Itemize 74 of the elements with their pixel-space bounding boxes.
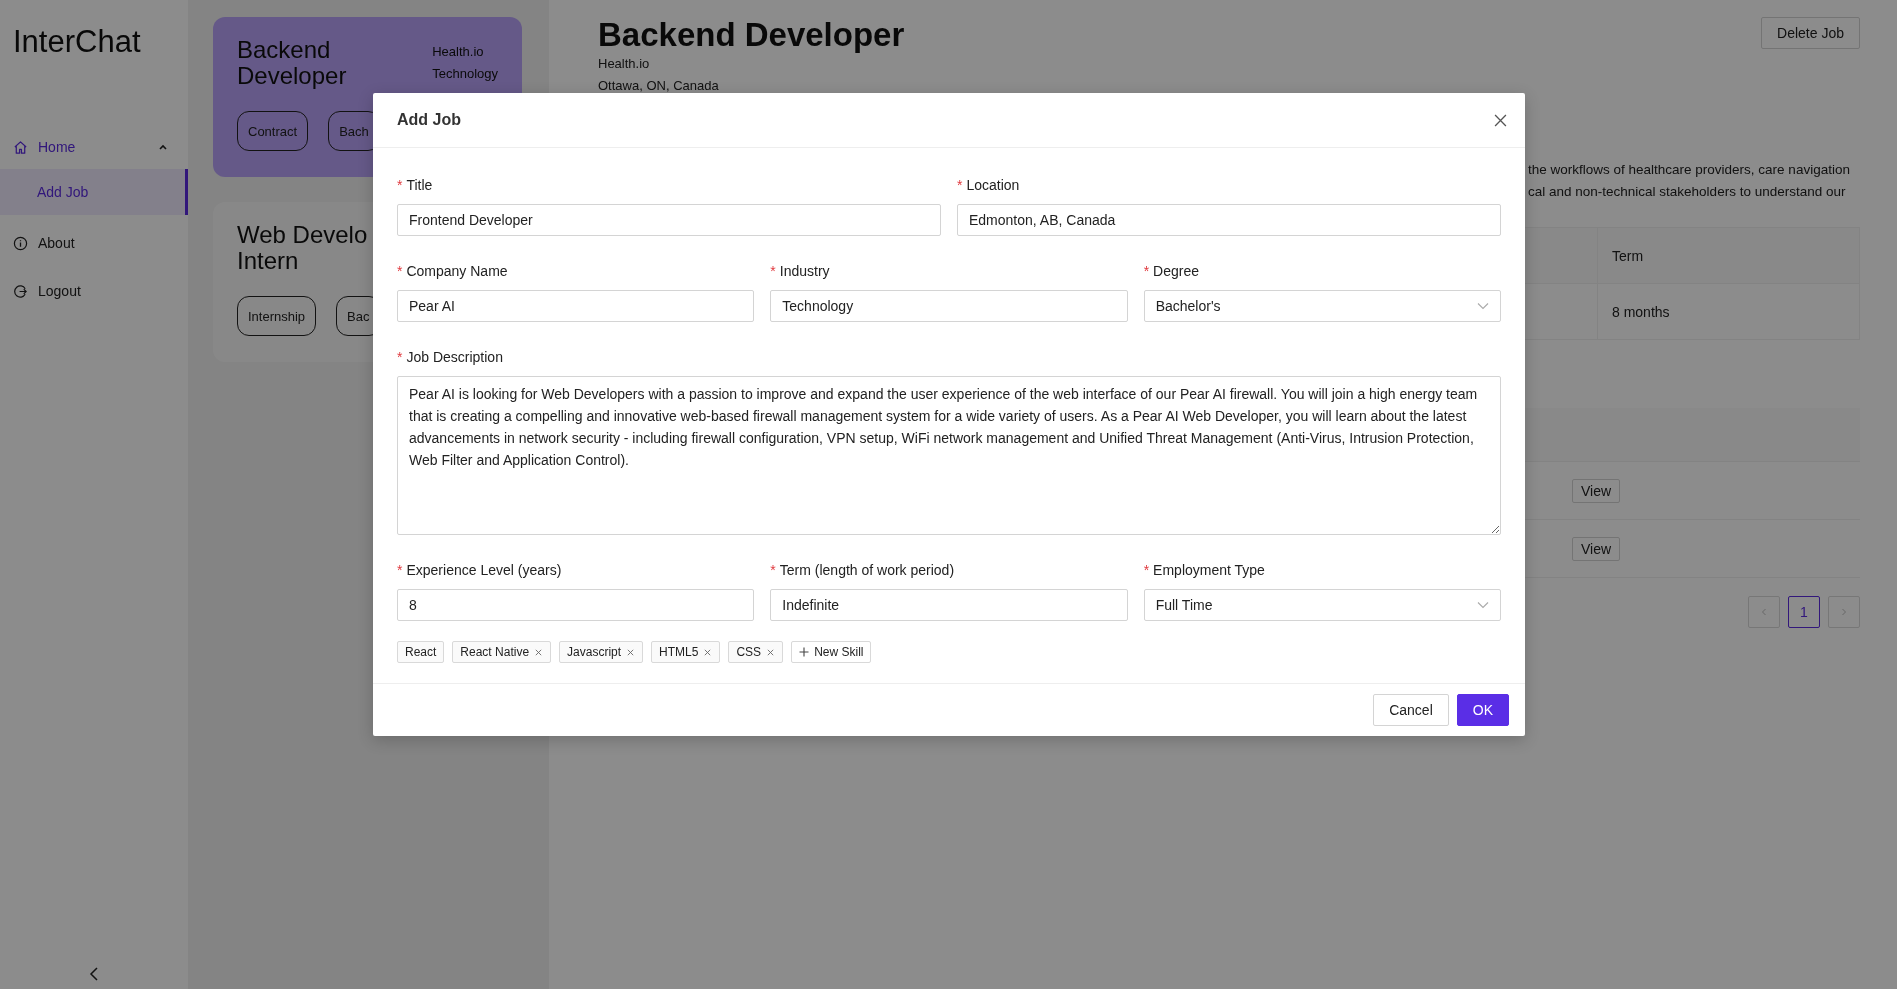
caret-icon	[158, 142, 168, 152]
column-header: Term	[1611, 246, 1645, 266]
close-icon[interactable]	[626, 647, 636, 657]
logout-icon	[13, 283, 28, 299]
table-cell-text: 8 months	[1611, 302, 1671, 322]
plus-icon	[799, 647, 810, 657]
close-icon[interactable]	[1494, 113, 1507, 127]
job-title: Web Develo	[237, 222, 368, 248]
input-field[interactable]: Edmonton, AB, Canada	[957, 204, 1501, 236]
home-icon	[13, 139, 28, 155]
job-heading: Backend Developer	[598, 17, 905, 53]
dialog-title: Add Job	[397, 111, 461, 129]
required-mark: *	[1143, 562, 1150, 578]
menu-item[interactable]: Logout	[0, 271, 188, 311]
close-icon[interactable]	[703, 647, 713, 657]
input-field[interactable]: Indefinite	[770, 589, 1128, 621]
app-logo: InterChat	[12, 23, 142, 61]
collapse-icon[interactable]	[89, 967, 99, 981]
field-label: Degree	[1153, 263, 1200, 279]
skill-label: New Skill	[814, 645, 864, 659]
job-title: Intern	[237, 248, 299, 274]
field-label: Company Name	[406, 263, 508, 279]
field-label: Job Description	[406, 349, 503, 365]
menu-item[interactable]: About	[0, 223, 188, 263]
description-field[interactable]: Pear AI is looking for Web Developers with a passion to improve and expand the user experience of the web interface of our Pear AI firewall. You will join a high energy team that is creating a compelling and innovative web-based firewall management system for a wide variety of users. As a Pear AI Web Developer, you will learn about the latest advancements in network security - including firewall configuration, VPN setup, WiFi network management and Unified Threat Management (Anti-Virus, Intrusion Protection, Web Filter and Application Control).	[397, 376, 1501, 535]
view-button[interactable]: View	[1572, 536, 1621, 561]
menu-item[interactable]: Home	[0, 127, 188, 167]
field-label: Employment Type	[1153, 562, 1265, 578]
skill-label: Javascript	[567, 645, 622, 659]
required-mark: *	[397, 349, 403, 365]
required-mark: *	[397, 177, 403, 193]
field-label: Title	[406, 177, 433, 193]
close-icon[interactable]	[534, 647, 544, 657]
view-button[interactable]: View	[1572, 478, 1621, 503]
required-mark: *	[957, 177, 963, 193]
industry-label: Technology	[432, 65, 498, 83]
job-tag: Contract	[237, 111, 309, 151]
skill-label: React Native	[460, 645, 530, 659]
skill-label: HTML5	[659, 645, 699, 659]
required-mark: *	[397, 562, 403, 578]
chevron-down-icon	[1477, 302, 1489, 310]
cancel-button[interactable]: Cancel	[1373, 694, 1449, 726]
job-location: Ottawa, ON, Canada	[598, 77, 719, 95]
required-mark: *	[397, 263, 403, 279]
required-mark: *	[1143, 263, 1150, 279]
input-field[interactable]: Pear AI	[397, 290, 755, 322]
field-label: Term (length of work period)	[779, 562, 955, 578]
field-label: Industry	[779, 263, 830, 279]
new-skill-button[interactable]: New Skill	[791, 641, 872, 663]
ok-button[interactable]: OK	[1456, 694, 1509, 726]
menu-item[interactable]: Add Job	[0, 169, 188, 215]
job-title: Backend	[237, 37, 331, 63]
page-button[interactable]: 1	[1788, 596, 1820, 628]
delete-job-button[interactable]: Delete Job	[1761, 17, 1860, 49]
job-description-text: cal and non-technical stakeholders to understand our	[1528, 183, 1846, 201]
input-field[interactable]: Technology	[770, 290, 1128, 322]
dropdown-field[interactable]: Full Time	[1143, 589, 1501, 621]
required-mark: *	[770, 562, 776, 578]
input-field[interactable]: Frontend Developer	[397, 204, 941, 236]
input-field[interactable]: 8	[397, 589, 755, 621]
company-name: Health.io	[598, 55, 650, 73]
company-name: Health.io	[432, 43, 484, 61]
close-icon[interactable]	[766, 647, 776, 657]
skill-label: CSS	[736, 645, 762, 659]
field-label: Location	[966, 177, 1020, 193]
required-mark: *	[770, 263, 776, 279]
job-description-text: the workflows of healthcare providers, care navigation	[1528, 161, 1850, 179]
skill-label: React	[405, 645, 437, 659]
chevron-down-icon	[1477, 601, 1489, 609]
info-icon	[13, 235, 28, 251]
job-tag: Internship	[237, 296, 317, 336]
dropdown-field[interactable]: Bachelor's	[1143, 290, 1501, 322]
job-title: Developer	[237, 63, 347, 89]
field-label: Experience Level (years)	[406, 562, 562, 578]
